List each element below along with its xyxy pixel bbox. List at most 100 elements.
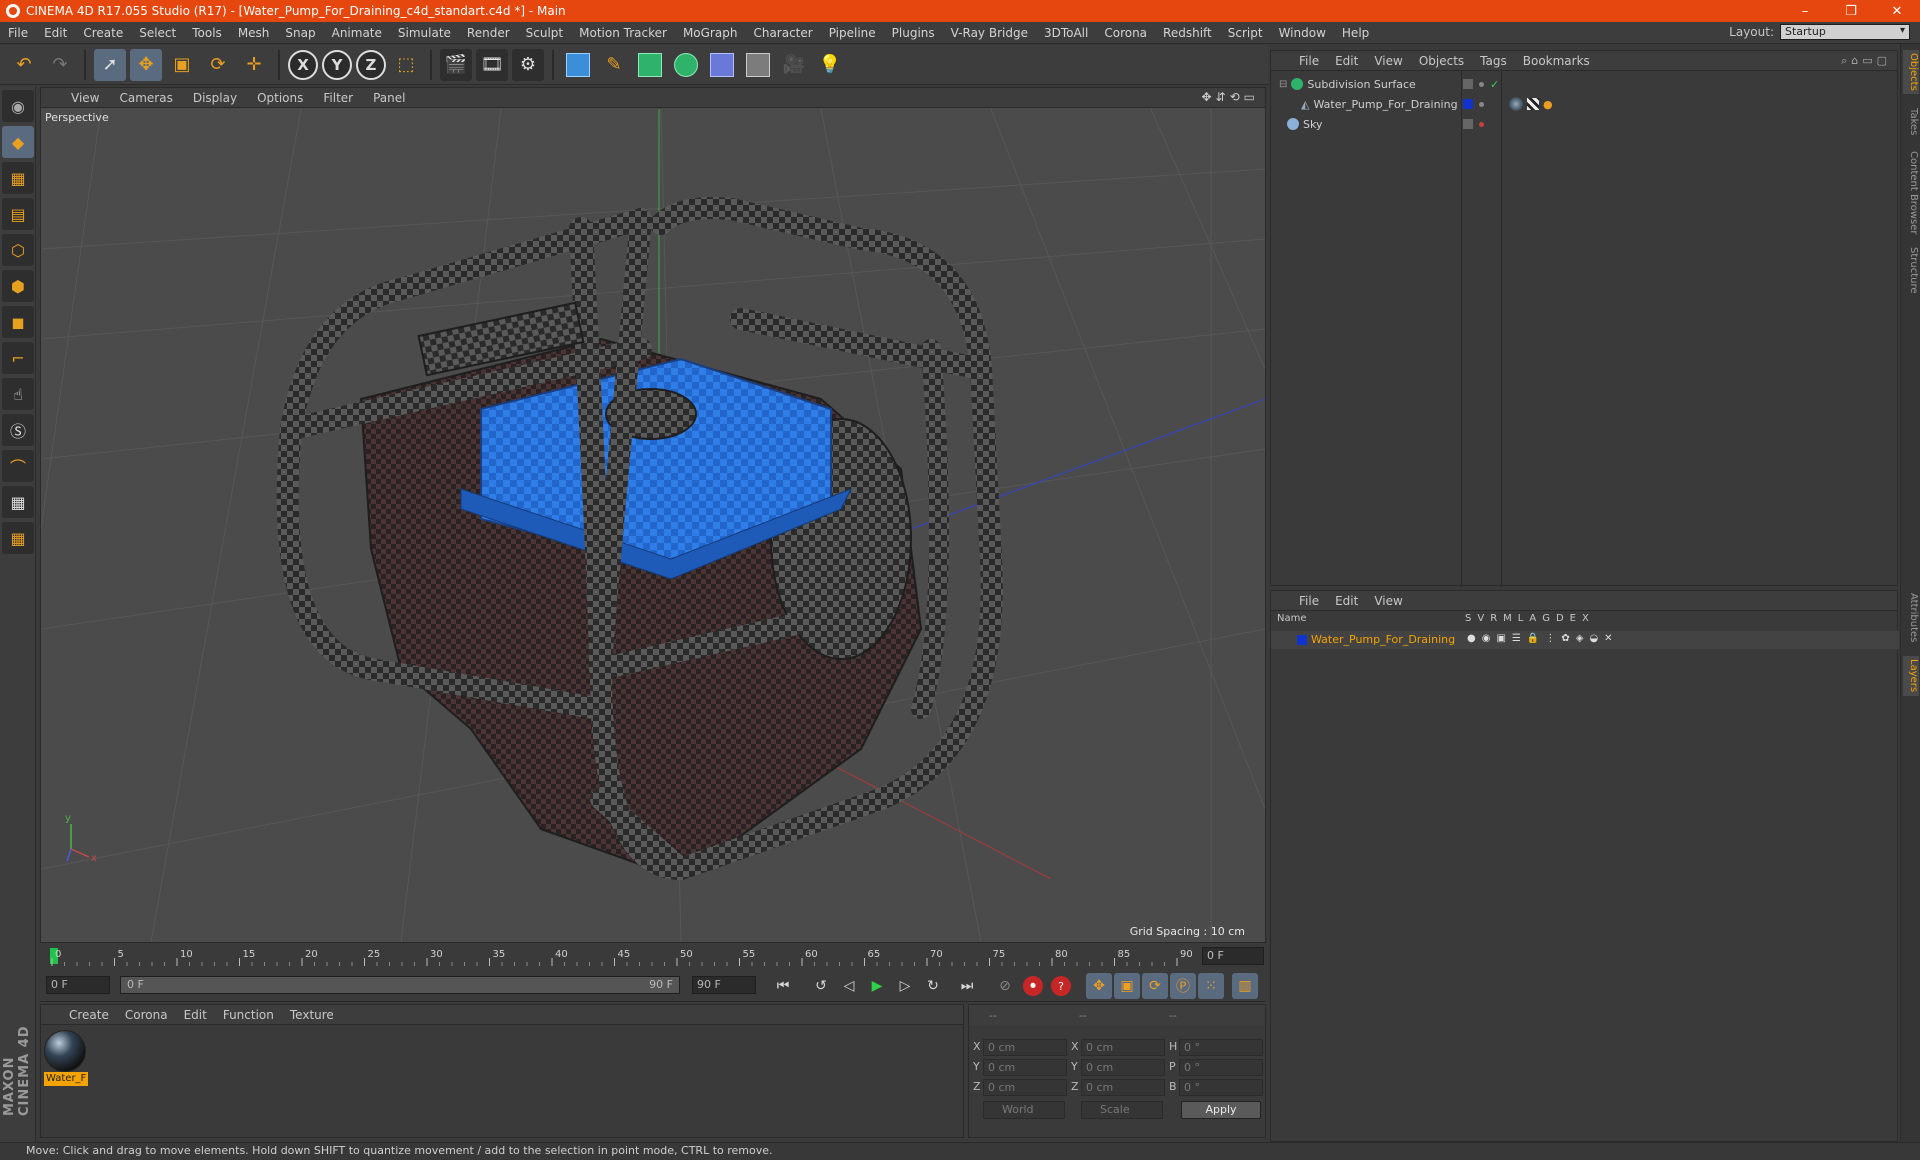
locked-workplane-icon[interactable]: ▦ — [2, 486, 34, 518]
close-button[interactable]: ✕ — [1874, 0, 1920, 22]
viewport-menu-options[interactable]: Options — [247, 91, 313, 105]
collapse-icon[interactable]: ⊟ — [1279, 79, 1287, 90]
texture-mode-icon[interactable]: ▦ — [2, 162, 34, 194]
menu-animate[interactable]: Animate — [324, 26, 390, 40]
tweak-mode-icon[interactable]: ☝ — [2, 378, 34, 410]
position-y-field[interactable]: 0 cm — [983, 1059, 1067, 1076]
maximize-button[interactable]: ❐ — [1828, 0, 1874, 22]
undo-icon[interactable]: ↶ — [8, 49, 40, 81]
play-icon[interactable]: ▶ — [864, 973, 890, 999]
layers-menu-view[interactable]: View — [1366, 594, 1410, 608]
texture-tag-icon[interactable] — [1527, 98, 1539, 110]
axis-mode-icon[interactable]: ⌐ — [2, 342, 34, 374]
planar-workplane-icon[interactable]: ▦ — [2, 522, 34, 554]
menu-window[interactable]: Window — [1271, 26, 1334, 40]
objects-menu-file[interactable]: File — [1291, 54, 1327, 68]
x-axis-lock-button[interactable]: X — [288, 49, 318, 80]
minimize-button[interactable]: – — [1782, 0, 1828, 22]
menu-character[interactable]: Character — [745, 26, 820, 40]
render-toggle-icon[interactable]: ▣ — [1496, 633, 1505, 644]
menu-file[interactable]: File — [0, 26, 36, 40]
viewport-navigation-icons[interactable]: ✥⇵⟲▭ — [1201, 90, 1259, 104]
y-axis-lock-button[interactable]: Y — [322, 49, 352, 80]
xref-toggle-icon[interactable]: ✕ — [1604, 633, 1612, 644]
render-to-picture-viewer-icon[interactable]: 🎞 — [476, 48, 508, 81]
cloner-icon[interactable] — [670, 49, 702, 81]
frame-range-slider[interactable]: 0 F 90 F — [120, 976, 680, 994]
model-mode-icon[interactable]: ◆ — [2, 126, 34, 158]
goto-previous-key-icon[interactable]: ↺ — [808, 973, 834, 999]
generator-toggle-icon[interactable]: ✿ — [1561, 633, 1569, 644]
menu-create[interactable]: Create — [75, 26, 131, 40]
view-toggle-icon[interactable]: ◉ — [1482, 633, 1491, 644]
polygons-mode-icon[interactable]: ◼ — [2, 306, 34, 338]
workplane-mode-icon[interactable]: ▤ — [2, 198, 34, 230]
material-swatch[interactable]: Water_F — [44, 1030, 88, 1088]
menu-help[interactable]: Help — [1334, 26, 1377, 40]
timeline-ruler[interactable]: 0 5 10 15 20 25 30 35 40 45 50 55 60 65 70 75 80 85 90 0 F — [40, 944, 1266, 968]
edges-mode-icon[interactable]: ⬢ — [2, 270, 34, 302]
tab-layers[interactable]: Layers — [1903, 656, 1919, 696]
solo-toggle-icon[interactable]: ● — [1467, 633, 1476, 644]
object-row-subdivision[interactable]: ⊟ Subdivision Surface ✓ — [1271, 75, 1899, 93]
menu-mesh[interactable]: Mesh — [230, 26, 278, 40]
subdivision-surface-icon[interactable] — [634, 49, 666, 81]
viewport-menu-panel[interactable]: Panel — [363, 91, 415, 105]
menu-redshift[interactable]: Redshift — [1155, 26, 1220, 40]
objects-menu-edit[interactable]: Edit — [1327, 54, 1366, 68]
phong-tag-icon[interactable]: ● — [1543, 98, 1553, 111]
viewport-menu-view[interactable]: View — [61, 91, 109, 105]
layers-menu-file[interactable]: File — [1291, 594, 1327, 608]
tab-objects[interactable]: Objects — [1903, 50, 1919, 94]
menu-render[interactable]: Render — [459, 26, 518, 40]
coordinate-system-icon[interactable]: ⬚ — [390, 49, 422, 81]
z-axis-lock-button[interactable]: Z — [356, 49, 386, 80]
object-row-sky[interactable]: Sky — [1271, 115, 1899, 133]
tab-structure[interactable]: Structure — [1903, 244, 1919, 296]
animation-toggle-icon[interactable]: ⋮ — [1545, 633, 1555, 644]
key-position-icon[interactable]: ✥ — [1086, 973, 1112, 999]
layers-menu-edit[interactable]: Edit — [1327, 594, 1366, 608]
layer-toggle-icons[interactable]: ● ◉ ▣ ☰ 🔒 ⋮ ✿ ◈ ◒ ✕ — [1467, 633, 1613, 644]
step-back-icon[interactable]: ◁ — [836, 973, 862, 999]
coordinate-space-select[interactable]: World — [983, 1101, 1065, 1119]
menu-3dtoall[interactable]: 3DToAll — [1036, 26, 1096, 40]
layer-name[interactable]: Water_Pump_For_Draining — [1311, 633, 1455, 646]
camera-icon[interactable]: 🎥 — [778, 49, 810, 81]
make-editable-icon[interactable]: ◉ — [2, 90, 34, 122]
tab-content-browser[interactable]: Content Browser — [1903, 148, 1919, 238]
tab-attributes[interactable]: Attributes — [1903, 588, 1919, 648]
material-tag-icon[interactable] — [1509, 97, 1523, 111]
step-forward-icon[interactable]: ▷ — [892, 973, 918, 999]
goto-start-icon[interactable]: ⏮ — [770, 973, 796, 999]
objects-menu-objects[interactable]: Objects — [1411, 54, 1472, 68]
material-menu-create[interactable]: Create — [61, 1008, 117, 1022]
timeline-ticks[interactable]: 0 5 10 15 20 25 30 35 40 45 50 55 60 65 70 75 80 85 90 — [50, 946, 1195, 966]
position-x-field[interactable]: 0 cm — [983, 1039, 1067, 1056]
material-menu-texture[interactable]: Texture — [282, 1008, 342, 1022]
key-scale-icon[interactable]: ▣ — [1114, 973, 1140, 999]
goto-next-key-icon[interactable]: ↻ — [920, 973, 946, 999]
cube-object-icon[interactable] — [562, 49, 594, 81]
menu-script[interactable]: Script — [1220, 26, 1271, 40]
menu-mograph[interactable]: MoGraph — [675, 26, 746, 40]
deformer-toggle-icon[interactable]: ◈ — [1576, 633, 1584, 644]
edit-render-settings-icon[interactable]: ⚙ — [512, 48, 544, 81]
light-icon[interactable]: 💡 — [814, 49, 846, 81]
menu-tools[interactable]: Tools — [184, 26, 230, 40]
tab-takes[interactable]: Takes — [1903, 104, 1919, 140]
move-tool-icon[interactable]: ✥ — [130, 48, 162, 81]
menu-sculpt[interactable]: Sculpt — [518, 26, 571, 40]
visibility-toggles[interactable] — [1463, 99, 1484, 109]
rotation-p-field[interactable]: 0 ° — [1179, 1059, 1263, 1076]
viewport-menu-filter[interactable]: Filter — [313, 91, 363, 105]
record-keys-icon[interactable]: ⊘ — [992, 973, 1018, 999]
position-z-field[interactable]: 0 cm — [983, 1079, 1067, 1096]
size-z-field[interactable]: 0 cm — [1081, 1079, 1165, 1096]
editor-visibility-icon[interactable] — [1479, 81, 1484, 87]
redo-icon[interactable]: ↷ — [44, 49, 76, 81]
enabled-check-icon[interactable]: ✓ — [1490, 78, 1499, 91]
menu-vray-bridge[interactable]: V-Ray Bridge — [943, 26, 1036, 40]
rotation-h-field[interactable]: 0 ° — [1179, 1039, 1263, 1056]
menu-pipeline[interactable]: Pipeline — [821, 26, 884, 40]
